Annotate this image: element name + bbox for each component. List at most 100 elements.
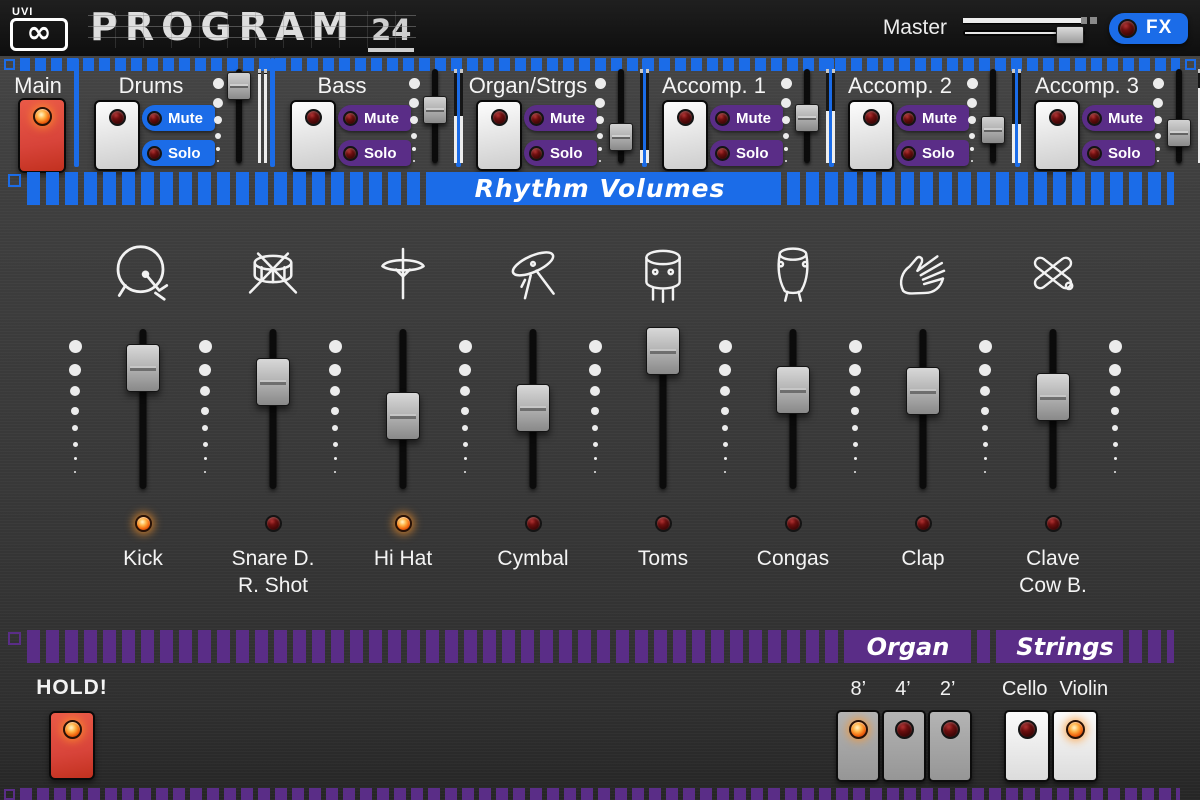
fader-handle[interactable]: [646, 327, 680, 375]
accomp-1-level-meter: [824, 69, 836, 163]
clave-fader[interactable]: [1033, 329, 1073, 489]
accomp-3-solo-button[interactable]: Solo: [1082, 140, 1155, 166]
clap-led: [915, 515, 932, 532]
accomp-2-trigger-button[interactable]: [848, 100, 894, 171]
bass-volume-slider[interactable]: [422, 69, 448, 163]
mute-label: Mute: [364, 110, 399, 127]
fader-handle[interactable]: [906, 367, 940, 415]
title-number: 24: [368, 13, 414, 52]
channel-label: Accomp. 3: [1024, 73, 1150, 99]
solo-label: Solo: [922, 145, 955, 162]
cymbal-fader[interactable]: [513, 329, 553, 489]
fader-handle[interactable]: [1036, 373, 1070, 421]
channel-strip-main: Main: [6, 72, 70, 168]
fader-handle[interactable]: [126, 344, 160, 392]
accomp-2-level-meter: [1010, 69, 1022, 163]
slider-handle[interactable]: [981, 116, 1005, 144]
accomp-3-mute-button[interactable]: Mute: [1082, 105, 1155, 131]
organ-stop-2-button[interactable]: [928, 710, 972, 782]
fx-label: FX: [1146, 17, 1172, 39]
stop-label-8: 8’: [851, 678, 867, 701]
fader-handle[interactable]: [386, 392, 420, 440]
mute-label: Mute: [736, 110, 771, 127]
mixer-channel-kick: Kick: [83, 230, 203, 572]
fader-handle[interactable]: [516, 384, 550, 432]
toms-fader[interactable]: [643, 329, 683, 489]
strings-violin-button[interactable]: [1052, 710, 1098, 782]
slider-track: [1176, 69, 1182, 163]
drums-trigger-led: [109, 109, 126, 126]
fader-handle[interactable]: [256, 358, 290, 406]
slider-handle[interactable]: [795, 104, 819, 132]
organ-strgs-volume-slider[interactable]: [608, 69, 634, 163]
mixer-channel-hihat: Hi Hat: [343, 230, 463, 572]
slider-handle[interactable]: [1167, 119, 1191, 147]
drums-level-meter: [256, 69, 268, 163]
uvi-logo-icon: UVI ∞: [10, 6, 72, 51]
slider-handle[interactable]: [227, 72, 251, 100]
slider-handle[interactable]: [609, 123, 633, 151]
drums-solo-button[interactable]: Solo: [142, 140, 215, 166]
bass-trigger-button[interactable]: [290, 100, 336, 171]
master-volume-slider[interactable]: [963, 13, 1089, 43]
drums-volume-slider[interactable]: [226, 69, 252, 163]
accomp-3-volume-slider[interactable]: [1166, 69, 1192, 163]
channel-strip-drums: Drums Mute Solo: [84, 72, 264, 168]
hihat-fader[interactable]: [383, 329, 423, 489]
snare-label: Snare D.R. Shot: [232, 545, 315, 599]
accomp-2-solo-button[interactable]: Solo: [896, 140, 969, 166]
accomp-3-trigger-led: [1049, 109, 1066, 126]
kick-fader[interactable]: [123, 329, 163, 489]
accomp-1-solo-button[interactable]: Solo: [710, 140, 783, 166]
drums-mute-button[interactable]: Mute: [142, 105, 215, 131]
stop-label-2: 2’: [940, 678, 956, 701]
strings-violin-led: [1066, 720, 1085, 739]
fx-button[interactable]: FX: [1109, 13, 1188, 44]
accomp-3-trigger-button[interactable]: [1034, 100, 1080, 171]
snare-led: [265, 515, 282, 532]
organ-stop-8-button[interactable]: [836, 710, 880, 782]
main-button[interactable]: [18, 98, 66, 173]
channel-label: Accomp. 1: [652, 73, 776, 99]
accomp-2-mute-button[interactable]: Mute: [896, 105, 969, 131]
organ-stop-4-button[interactable]: [882, 710, 926, 782]
bass-solo-button[interactable]: Solo: [338, 140, 411, 166]
channel-label: Accomp. 2: [838, 73, 962, 99]
master-slider-handle[interactable]: [1056, 26, 1084, 44]
level-scale-dots: [1152, 78, 1164, 162]
hold-button[interactable]: [49, 711, 95, 780]
accomp-1-mute-button[interactable]: Mute: [710, 105, 783, 131]
strings-cello-button[interactable]: [1004, 710, 1050, 782]
clave-led: [1045, 515, 1062, 532]
mute-label: Mute: [922, 110, 957, 127]
toms-label: Toms: [638, 545, 688, 572]
slider-handle[interactable]: [423, 96, 447, 124]
clap-fader[interactable]: [903, 329, 943, 489]
solo-label: Solo: [550, 145, 583, 162]
master-slider-line: [963, 18, 1081, 23]
channel-label: Main: [6, 73, 70, 99]
hi-hat-icon: [371, 230, 435, 316]
organ-strgs-mute-button[interactable]: Mute: [524, 105, 597, 131]
tom-drum-icon: [632, 230, 694, 316]
congas-fader[interactable]: [773, 329, 813, 489]
accomp-1-mute-led: [715, 111, 730, 126]
accomp-1-volume-slider[interactable]: [794, 69, 820, 163]
organ-strgs-solo-button[interactable]: Solo: [524, 140, 597, 166]
fader-track: [270, 329, 277, 489]
organ-strgs-trigger-button[interactable]: [476, 100, 522, 171]
accomp-1-solo-led: [715, 146, 730, 161]
bass-mute-button[interactable]: Mute: [338, 105, 411, 131]
snare-fader[interactable]: [253, 329, 293, 489]
accomp-2-volume-slider[interactable]: [980, 69, 1006, 163]
solo-label: Solo: [168, 145, 201, 162]
level-scale-dots: [408, 78, 420, 162]
fader-handle[interactable]: [776, 366, 810, 414]
drums-trigger-button[interactable]: [94, 100, 140, 171]
snare-drum-icon: [241, 230, 305, 316]
drums-solo-led: [147, 146, 162, 161]
strings-voices-group: Cello Violin: [1004, 678, 1106, 782]
solo-label: Solo: [736, 145, 769, 162]
accomp-1-trigger-button[interactable]: [662, 100, 708, 171]
accomp-3-solo-led: [1087, 146, 1102, 161]
